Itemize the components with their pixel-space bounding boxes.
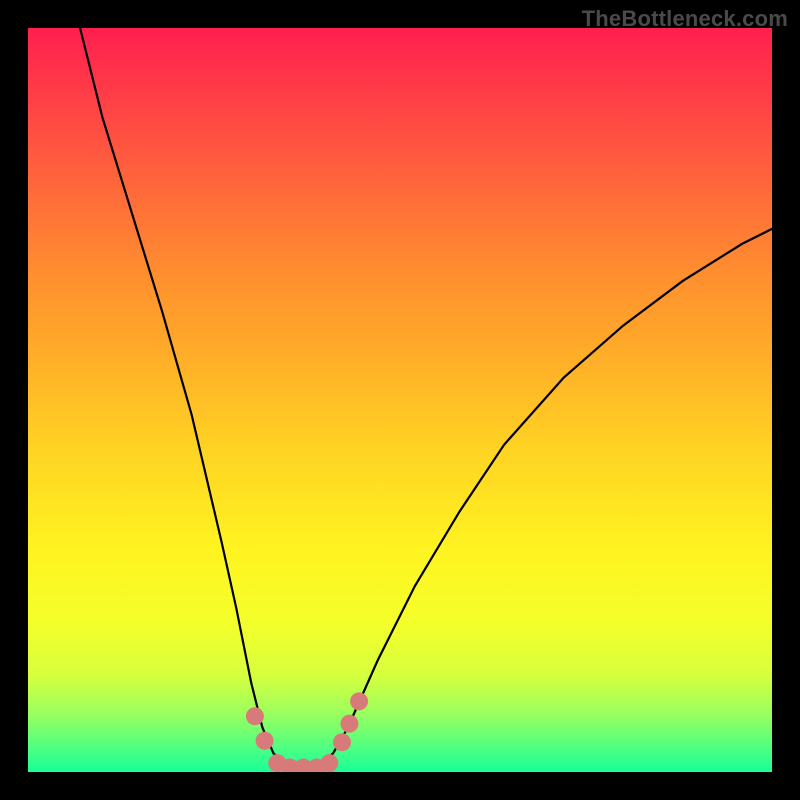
marker-dot	[320, 754, 338, 772]
chart-frame: TheBottleneck.com	[0, 0, 800, 800]
plot-area	[28, 28, 772, 772]
highlight-markers	[246, 692, 368, 772]
marker-dot	[333, 733, 351, 751]
watermark-text: TheBottleneck.com	[582, 6, 788, 32]
chart-svg	[28, 28, 772, 772]
marker-dot	[340, 715, 358, 733]
marker-dot	[246, 707, 264, 725]
bottleneck-curve	[80, 28, 772, 768]
marker-dot	[256, 732, 274, 750]
marker-dot	[350, 692, 368, 710]
